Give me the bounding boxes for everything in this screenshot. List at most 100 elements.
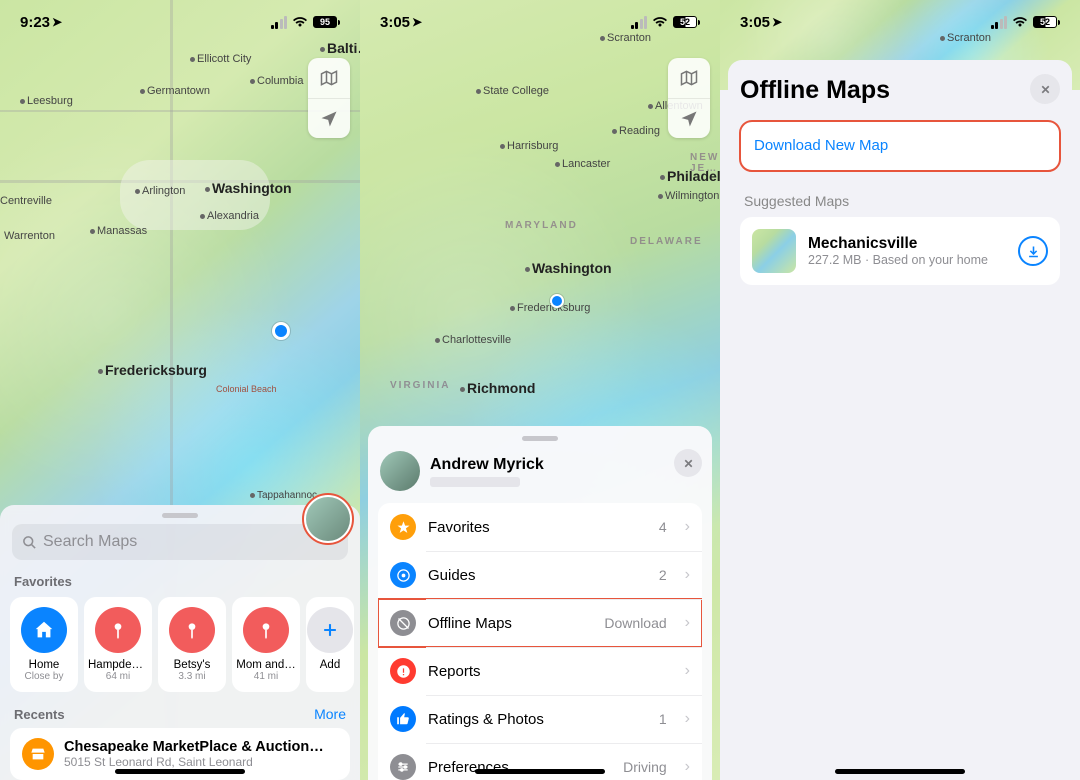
sheet-grabber[interactable] — [522, 436, 558, 441]
city-columbia: Columbia — [250, 75, 303, 87]
city-alexandria: Alexandria — [200, 210, 259, 222]
recent-subtitle: 5015 St Leonard Rd, Saint Leonard — [64, 755, 324, 769]
close-button[interactable] — [1030, 74, 1060, 104]
recent-title: Chesapeake MarketPlace & Auction H… — [64, 739, 324, 755]
city-manassas: Manassas — [90, 225, 147, 237]
city-wilmington: Wilmington — [658, 190, 719, 202]
city-reading: Reading — [612, 125, 660, 137]
star-icon — [390, 514, 416, 540]
chevron-right-icon: › — [685, 518, 690, 536]
suggested-map-item[interactable]: Mechanicsville 227.2 MB · Based on your … — [740, 217, 1060, 285]
menu-offline-maps[interactable]: Offline Maps Download › — [378, 599, 702, 647]
status-bar: 3:05➤ 52 — [360, 0, 720, 44]
location-services-icon: ➤ — [412, 15, 422, 29]
state-maryland: MARYLAND — [505, 220, 578, 231]
city-fredericksburg: Fredericksburg — [98, 362, 207, 378]
map-layers-button[interactable] — [308, 58, 350, 98]
profile-sheet[interactable]: Andrew Myrick Favorites 4 › Guides 2 › O… — [368, 426, 712, 780]
wifi-icon — [652, 16, 668, 28]
storefront-icon — [22, 738, 54, 770]
favorite-add[interactable]: Add — [306, 597, 354, 692]
map-layers-button[interactable] — [668, 58, 710, 98]
city-ellicott: Ellicott City — [190, 53, 251, 65]
status-time: 3:05 — [740, 14, 770, 31]
location-services-icon: ➤ — [52, 15, 62, 29]
search-icon — [22, 535, 37, 550]
menu-ratings[interactable]: Ratings & Photos 1 › — [378, 695, 702, 743]
chevron-right-icon: › — [685, 662, 690, 680]
city-centreville: Centreville — [0, 195, 52, 207]
city-richmond: Richmond — [460, 380, 535, 396]
battery-icon: 52 — [1033, 16, 1060, 28]
state-newjersey: NEW JE… — [690, 152, 720, 174]
city-statecollege: State College — [476, 85, 549, 97]
locate-me-button[interactable] — [668, 98, 710, 138]
city-colonialbeach: Colonial Beach — [216, 384, 277, 394]
download-new-map-button[interactable]: Download New Map — [740, 121, 1060, 171]
sheet-grabber[interactable] — [162, 513, 198, 518]
wifi-icon — [1012, 16, 1028, 28]
map-controls — [308, 58, 350, 138]
battery-icon: 52 — [673, 16, 700, 28]
status-time: 9:23 — [20, 14, 50, 31]
menu-preferences[interactable]: Preferences Driving › — [378, 743, 702, 780]
more-link[interactable]: More — [314, 706, 346, 722]
preferences-icon — [390, 754, 416, 780]
favorite-home[interactable]: Home Close by — [10, 597, 78, 692]
city-harrisburg: Harrisburg — [500, 140, 558, 152]
suggested-map-name: Mechanicsville — [808, 235, 988, 253]
wifi-icon — [292, 16, 308, 28]
recents-heading: Recents — [14, 707, 65, 722]
cellular-icon — [991, 16, 1008, 29]
state-virginia: VIRGINIA — [390, 380, 450, 391]
menu-favorites[interactable]: Favorites 4 › — [378, 503, 702, 551]
menu-guides[interactable]: Guides 2 › — [378, 551, 702, 599]
reports-icon — [390, 658, 416, 684]
city-washington: Washington — [205, 180, 292, 196]
chevron-right-icon: › — [685, 614, 690, 632]
cellular-icon — [271, 16, 288, 29]
favorite-betsys[interactable]: Betsy's 3.3 mi — [158, 597, 226, 692]
cellular-icon — [631, 16, 648, 29]
battery-icon: 95 — [313, 16, 340, 28]
profile-avatar-button[interactable] — [302, 493, 354, 545]
screenshot-1: Washington Fredericksburg Arlington Alex… — [0, 0, 360, 780]
suggested-map-detail: 227.2 MB · Based on your home — [808, 253, 988, 267]
download-button[interactable] — [1018, 236, 1048, 266]
status-time: 3:05 — [380, 14, 410, 31]
offline-maps-icon — [390, 610, 416, 636]
pin-icon — [243, 607, 289, 653]
chevron-right-icon: › — [685, 710, 690, 728]
location-services-icon: ➤ — [772, 15, 782, 29]
guides-icon — [390, 562, 416, 588]
offline-maps-sheet[interactable]: Offline Maps Download New Map Suggested … — [728, 60, 1072, 780]
profile-header: Andrew Myrick — [368, 447, 712, 503]
home-icon — [21, 607, 67, 653]
thumbs-up-icon — [390, 706, 416, 732]
plus-icon — [307, 607, 353, 653]
avatar-image — [380, 451, 420, 491]
favorite-mom[interactable]: Mom and… 41 mi — [232, 597, 300, 692]
chevron-right-icon: › — [685, 758, 690, 776]
user-location-dot — [550, 294, 564, 308]
close-button[interactable] — [674, 449, 702, 477]
city-arlington: Arlington — [135, 185, 185, 197]
menu-reports[interactable]: Reports › — [378, 647, 702, 695]
search-input[interactable]: Search Maps — [12, 524, 348, 560]
map-controls — [668, 58, 710, 138]
favorites-row: Home Close by Hampden… 64 mi Betsy's 3.3… — [0, 597, 360, 692]
city-washington: Washington — [525, 260, 612, 276]
city-lancaster: Lancaster — [555, 158, 610, 170]
screenshot-2: Washington Fredericksburg Richmond Charl… — [360, 0, 720, 780]
search-sheet[interactable]: Search Maps Favorites Home Close by Hamp… — [0, 505, 360, 780]
home-indicator[interactable] — [835, 769, 965, 774]
home-indicator[interactable] — [475, 769, 605, 774]
locate-me-button[interactable] — [308, 98, 350, 138]
map-thumbnail — [752, 229, 796, 273]
favorites-heading: Favorites — [0, 570, 360, 597]
profile-name: Andrew Myrick — [430, 456, 544, 474]
home-indicator[interactable] — [115, 769, 245, 774]
city-germantown: Germantown — [140, 85, 210, 97]
favorite-hampden[interactable]: Hampden… 64 mi — [84, 597, 152, 692]
avatar-image — [306, 497, 350, 541]
